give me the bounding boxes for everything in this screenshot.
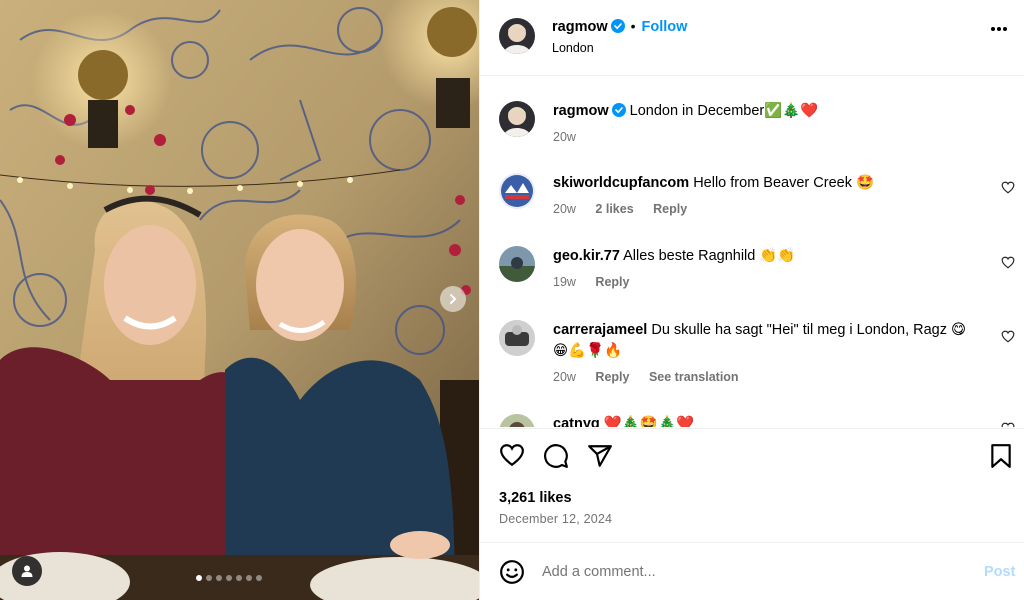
bookmark-icon[interactable]: [990, 443, 1012, 469]
like-count[interactable]: 3,261 likes: [499, 490, 572, 506]
comment-username[interactable]: catnyg: [553, 416, 600, 427]
heart-icon[interactable]: [1001, 181, 1015, 194]
user-tag-button[interactable]: [12, 556, 42, 586]
reply-button[interactable]: Reply: [595, 370, 629, 384]
chevron-right-icon: [450, 294, 457, 304]
comment-text: Hello from Beaver Creek 🤩: [693, 175, 875, 191]
carousel-dot: [236, 575, 242, 581]
author-username[interactable]: ragmow: [552, 19, 608, 35]
avatar-image: [499, 18, 535, 54]
carousel-dot: [226, 575, 232, 581]
carousel-next-button[interactable]: [440, 286, 466, 312]
more-options-icon[interactable]: [990, 26, 1008, 32]
author-avatar[interactable]: [499, 18, 535, 54]
comment-username[interactable]: skiworldcupfancom: [553, 175, 689, 191]
comment-composer: Post: [480, 542, 1024, 600]
user-tag-icon: [21, 565, 33, 577]
post-location[interactable]: London: [552, 41, 594, 55]
follow-separator: •: [630, 18, 636, 34]
comment-icon[interactable]: [543, 443, 569, 469]
comment-likes[interactable]: 2 likes: [595, 202, 633, 216]
share-icon[interactable]: [587, 443, 613, 469]
commenter-avatar[interactable]: [499, 414, 535, 427]
comment-age[interactable]: 20w: [553, 370, 576, 384]
comment-username[interactable]: carrerajameel: [553, 322, 647, 338]
verified-badge-icon: [610, 19, 625, 33]
comment-age[interactable]: 20w: [553, 202, 576, 216]
commenter-avatar[interactable]: [499, 320, 535, 356]
photo-image: [0, 0, 479, 600]
carousel-dot: [206, 575, 212, 581]
post-date[interactable]: December 12, 2024: [499, 512, 612, 526]
comment-age[interactable]: 19w: [553, 275, 576, 289]
caption-avatar[interactable]: [499, 101, 535, 137]
carousel-dot: [216, 575, 222, 581]
comment-text: ❤️🎄🤩🎄❤️: [603, 416, 695, 427]
post-comment-button[interactable]: Post: [984, 564, 1015, 580]
carousel-indicator: [196, 575, 262, 581]
heart-icon[interactable]: [1001, 422, 1015, 427]
verified-badge-icon: [611, 103, 626, 117]
commenter-avatar[interactable]: [499, 246, 535, 282]
avatar-image: [499, 246, 535, 282]
caption-age[interactable]: 20w: [553, 130, 576, 144]
avatar-image: [499, 101, 535, 137]
comments-list[interactable]: ragmow London in December✅🎄❤️ 20w skiwor…: [480, 77, 1024, 427]
commenter-avatar[interactable]: [499, 173, 535, 209]
carousel-dot: [256, 575, 262, 581]
comment-text: Alles beste Ragnhild 👏👏: [623, 248, 796, 264]
post-photo: [0, 0, 479, 600]
avatar-image: [499, 320, 535, 356]
carousel-dot: [196, 575, 202, 581]
reply-button[interactable]: Reply: [595, 275, 629, 289]
caption-text: London in December✅🎄❤️: [629, 103, 819, 119]
comment-input[interactable]: [542, 559, 942, 585]
emoji-icon[interactable]: [499, 559, 525, 585]
post-header: ragmow • Follow London: [480, 0, 1024, 76]
avatar-image: [499, 414, 535, 427]
heart-icon[interactable]: [499, 443, 525, 467]
follow-button[interactable]: Follow: [642, 19, 688, 35]
reply-button[interactable]: Reply: [653, 202, 687, 216]
comment-username[interactable]: geo.kir.77: [553, 248, 620, 264]
heart-icon[interactable]: [1001, 330, 1015, 343]
carousel-dot: [246, 575, 252, 581]
heart-icon[interactable]: [1001, 256, 1015, 269]
post-side-panel: ragmow • Follow London ragmow London in De…: [479, 0, 1024, 600]
avatar-image: [499, 173, 535, 209]
see-translation-button[interactable]: See translation: [649, 370, 739, 384]
caption-username[interactable]: ragmow: [553, 103, 609, 119]
post-actions: 3,261 likes December 12, 2024: [480, 428, 1024, 542]
